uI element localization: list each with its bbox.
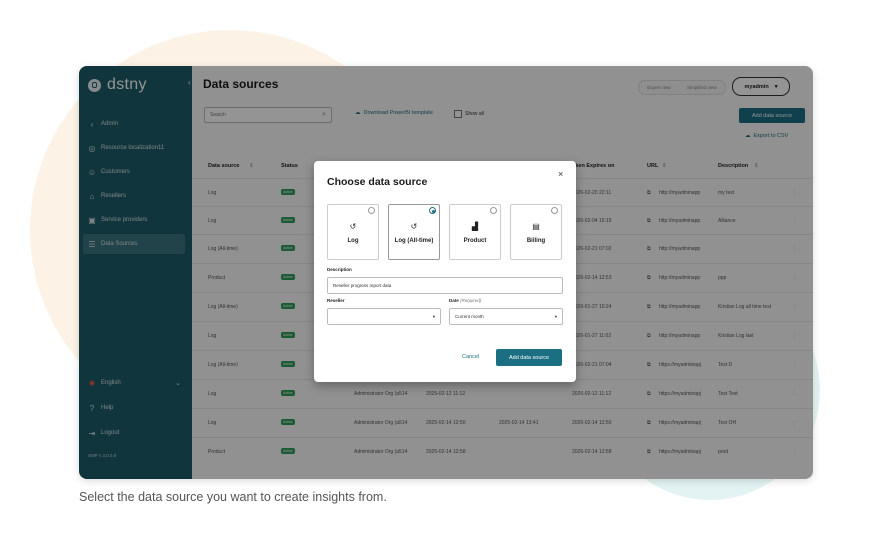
add-data-source-submit-button[interactable]: Add data source [496, 349, 562, 366]
option-label: Log (All-time) [394, 238, 434, 244]
history-icon: ↺ [410, 222, 418, 231]
caption-text: Select the data source you want to creat… [79, 490, 387, 504]
option-log[interactable]: ↺ Log [327, 204, 379, 260]
date-required-label: (Required) [460, 298, 482, 303]
option-label: Product [463, 238, 487, 244]
choose-data-source-dialog: Choose data source × ↺ Log ↺ Log (All-ti… [314, 161, 576, 382]
date-label-group: Date (Required) [449, 298, 481, 303]
option-label: Log [347, 238, 359, 244]
close-icon[interactable]: × [558, 169, 563, 179]
caret-down-icon: ▾ [554, 313, 557, 319]
option-billing[interactable]: ▤ Billing [510, 204, 562, 260]
radio-button[interactable] [551, 207, 558, 214]
app-window: dstny ‹ ‹ Admin ◎ Resource localization1… [79, 66, 813, 479]
reseller-label: Reseller [327, 298, 345, 303]
radio-button[interactable] [490, 207, 497, 214]
billing-icon: ▤ [532, 222, 540, 231]
radio-button[interactable] [368, 207, 375, 214]
option-log-all-time[interactable]: ↺ Log (All-time) [388, 204, 440, 260]
history-icon: ↺ [349, 222, 357, 231]
description-label: Description [327, 267, 352, 272]
product-icon: ▟ [471, 222, 479, 231]
option-label: Billing [526, 238, 546, 244]
reseller-select[interactable]: ▾ [327, 308, 441, 325]
description-value: Reseller progress report data [333, 283, 392, 288]
cancel-button[interactable]: Cancel [462, 354, 479, 360]
date-value: Current month [455, 314, 484, 319]
description-input[interactable]: Reseller progress report data [327, 277, 563, 294]
dialog-title: Choose data source [327, 176, 428, 188]
date-label: Date [449, 298, 459, 303]
date-select[interactable]: Current month ▾ [449, 308, 563, 325]
caret-down-icon: ▾ [432, 313, 435, 319]
option-product[interactable]: ▟ Product [449, 204, 501, 260]
radio-button-selected[interactable] [429, 207, 436, 214]
